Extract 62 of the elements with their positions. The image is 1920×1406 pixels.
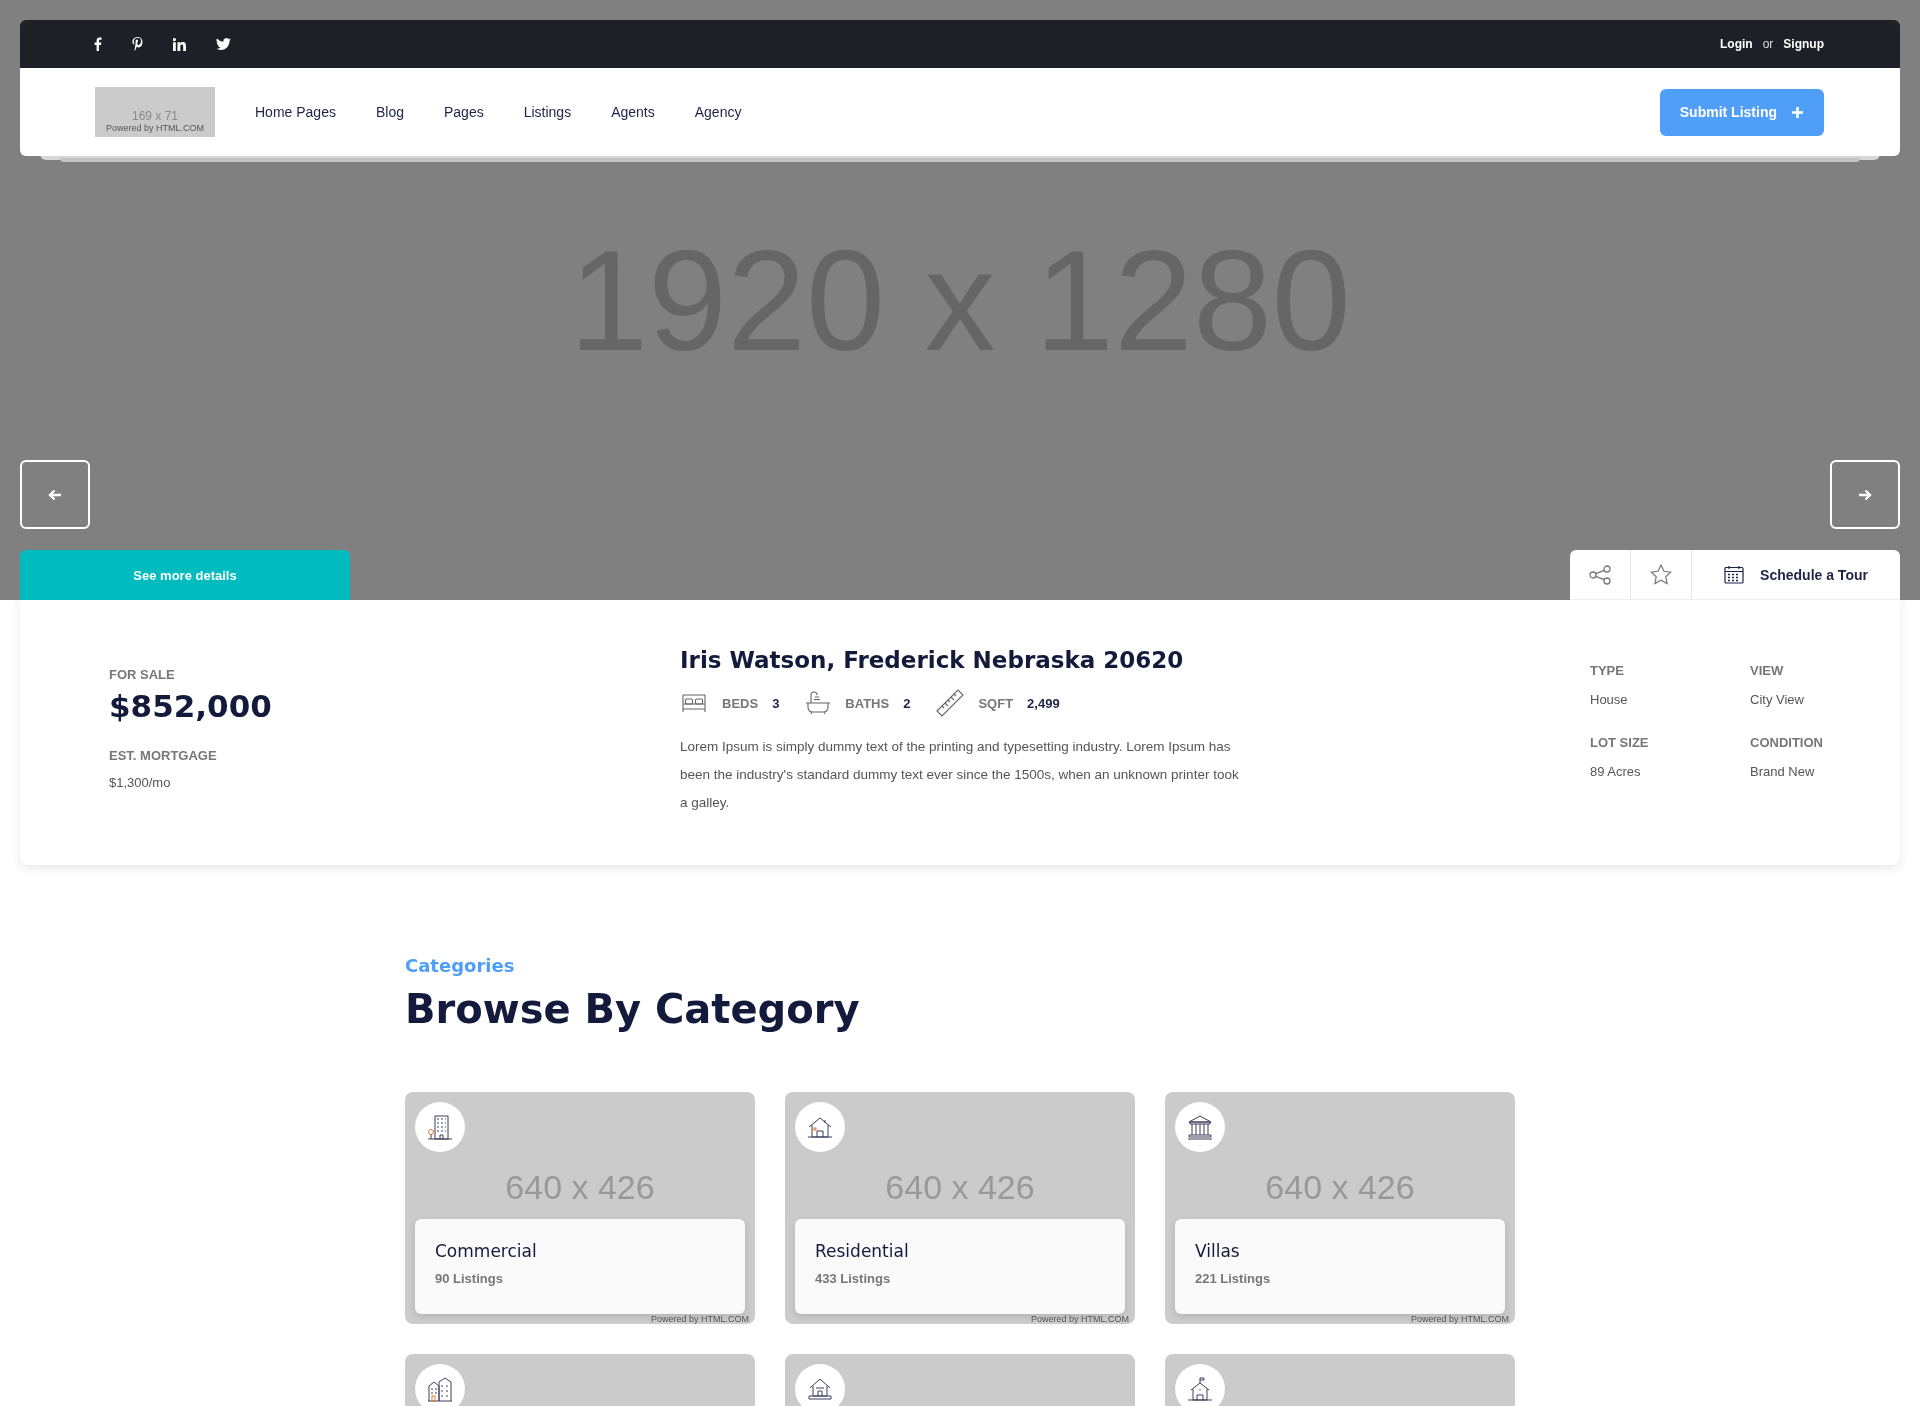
spec-value: 2,499: [1027, 695, 1060, 711]
school-icon: [1187, 1376, 1213, 1402]
login-link[interactable]: Login: [1720, 37, 1753, 51]
plus-icon: [1791, 105, 1804, 119]
star-icon: [1650, 564, 1672, 585]
bed-icon: [680, 692, 708, 714]
apartments-icon: [427, 1376, 453, 1402]
office-building-icon: [427, 1114, 453, 1140]
schedule-tour-button[interactable]: Schedule a Tour: [1692, 550, 1900, 599]
credit-text: Powered by HTML.COM: [650, 1314, 749, 1324]
spec-value: 3: [772, 695, 780, 711]
fact-value: City View: [1750, 692, 1805, 707]
category-name: Villas: [1195, 1241, 1241, 1261]
description: Lorem Ipsum is simply dummy text of the printing and typesetting industry. Lorem Ipsum has been the industry's standard dummy text ever since the 1500s, when an unknown printer took a galley.: [680, 738, 1240, 812]
spec-label: SQFT: [978, 695, 1014, 711]
section-title: Browse By Category: [405, 986, 861, 1032]
linkedin-icon[interactable]: [173, 37, 186, 51]
share-icon: [1589, 564, 1611, 585]
house-icon: [807, 1376, 833, 1402]
listing-count: 433 Listings: [815, 1271, 892, 1286]
listing-title: Iris Watson, Frederick Nebraska 20620: [680, 647, 1185, 673]
bathtub-icon: [805, 691, 832, 715]
previous-button[interactable]: [20, 460, 90, 529]
section-eyebrow: Categories: [405, 955, 516, 976]
nav-link[interactable]: Agents: [611, 104, 655, 120]
twitter-icon[interactable]: [216, 38, 231, 50]
fact-label: TYPE: [1590, 663, 1625, 678]
listing-count: 221 Listings: [1195, 1271, 1272, 1286]
category-name: Commercial: [435, 1241, 538, 1261]
fact-label: VIEW: [1750, 663, 1785, 678]
nav-link[interactable]: Home Pages: [255, 104, 336, 120]
nav-link[interactable]: Blog: [375, 104, 404, 120]
status-label: FOR SALE: [109, 667, 176, 682]
or-text: or: [1762, 37, 1774, 51]
pinterest-icon[interactable]: [132, 37, 143, 51]
listing-count: 90 Listings: [435, 1271, 504, 1286]
mortgage-value: $1,300/mo: [109, 775, 172, 790]
spec-value: 2: [903, 695, 911, 711]
price: $852,000: [109, 688, 273, 724]
credit-text: Powered by HTML.COM: [1030, 1314, 1129, 1324]
fact-value: 89 Acres: [1590, 764, 1642, 779]
spec-label: BEDS: [722, 695, 759, 711]
spec-label: BATHS: [845, 695, 890, 711]
ruler-icon: [936, 689, 965, 717]
credit-text: Powered by HTML.COM: [1410, 1314, 1509, 1324]
nav-link[interactable]: Agency: [694, 104, 742, 120]
arrow-left-icon: [48, 488, 62, 501]
logo[interactable]: 169 x 71 Powered by HTML.COM: [95, 87, 215, 137]
fact-value: House: [1590, 692, 1629, 707]
facebook-icon[interactable]: [94, 37, 102, 51]
category-name: Residential: [815, 1241, 910, 1261]
mortgage-label: EST. MORTGAGE: [109, 748, 218, 763]
columned-building-icon: [1187, 1114, 1213, 1140]
nav-link[interactable]: Pages: [443, 104, 484, 120]
nav-link[interactable]: Listings: [523, 104, 572, 120]
next-button[interactable]: [1830, 460, 1900, 529]
fact-value: Brand New: [1750, 764, 1816, 779]
fact-label: CONDITION: [1750, 735, 1824, 750]
calendar-icon: [1724, 565, 1745, 584]
fact-label: LOT SIZE: [1590, 735, 1650, 750]
arrow-right-icon: [1858, 488, 1872, 501]
signup-link[interactable]: Signup: [1783, 37, 1824, 51]
